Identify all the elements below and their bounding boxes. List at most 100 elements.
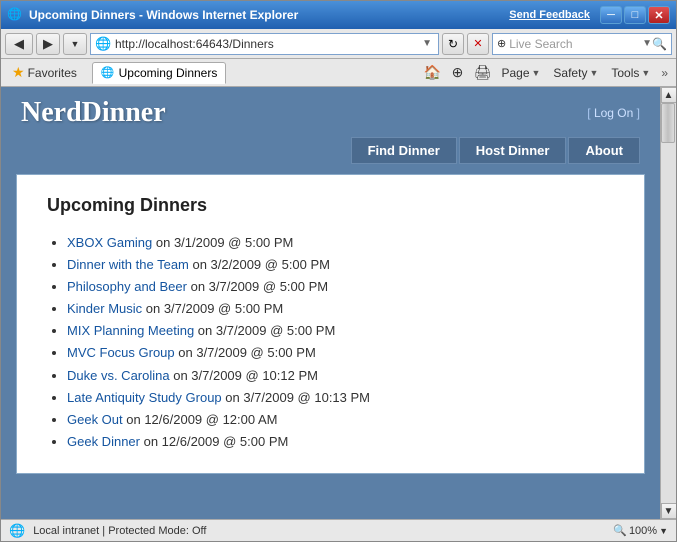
safety-caret: ▼ xyxy=(589,68,598,78)
search-dropdown-arrow[interactable]: ▼ xyxy=(642,38,652,49)
address-box[interactable]: 🌐 http://localhost:64643/Dinners ▼ xyxy=(90,33,439,55)
page-area: NerdDinner [ Log On ] Find Dinner Host D… xyxy=(1,87,660,519)
close-button[interactable]: ✕ xyxy=(648,6,670,24)
scrollbar[interactable]: ▲ ▼ xyxy=(660,87,676,519)
search-go-button[interactable]: 🔍 xyxy=(652,37,667,51)
find-dinner-button[interactable]: Find Dinner xyxy=(351,137,457,164)
nd-content-wrapper: Upcoming Dinners XBOX Gaming on 3/1/2009… xyxy=(1,164,660,494)
host-dinner-button[interactable]: Host Dinner xyxy=(459,137,567,164)
dinner-date: on 3/7/2009 @ 5:00 PM xyxy=(175,345,316,360)
tab-label: Upcoming Dinners xyxy=(119,66,218,80)
page-button[interactable]: Page ▼ xyxy=(495,62,546,84)
list-item: Late Antiquity Study Group on 3/7/2009 @… xyxy=(67,387,614,409)
star-icon: ★ xyxy=(12,64,25,81)
refresh-button[interactable]: ↻ xyxy=(442,33,464,55)
page-caret: ▼ xyxy=(532,68,541,78)
active-tab[interactable]: 🌐 Upcoming Dinners xyxy=(92,62,226,84)
search-placeholder: Live Search xyxy=(509,37,642,51)
intranet-icon: 🌐 xyxy=(9,523,25,539)
maximize-button[interactable]: □ xyxy=(624,6,646,24)
login-area: [ Log On ] xyxy=(587,106,640,120)
list-item: Kinder Music on 3/7/2009 @ 5:00 PM xyxy=(67,298,614,320)
forward-button[interactable]: ▶ xyxy=(36,33,60,55)
status-bar: 🌐 Local intranet | Protected Mode: Off 🔍… xyxy=(1,519,676,541)
dinner-link[interactable]: MVC Focus Group xyxy=(67,345,175,360)
search-box[interactable]: ⊕ Live Search ▼ 🔍 xyxy=(492,33,672,55)
dropdown-button[interactable]: ▼ xyxy=(63,33,87,55)
live-search-logo: ⊕ xyxy=(497,37,506,50)
browser-window: 🌐 Upcoming Dinners - Windows Internet Ex… xyxy=(0,0,677,542)
dinner-date: on 3/7/2009 @ 5:00 PM xyxy=(194,323,335,338)
tab-icon: 🌐 xyxy=(101,66,115,79)
dinners-list: XBOX Gaming on 3/1/2009 @ 5:00 PMDinner … xyxy=(47,232,614,453)
stop-button[interactable]: ✕ xyxy=(467,33,489,55)
back-button[interactable]: ◀ xyxy=(5,33,33,55)
status-text: Local intranet | Protected Mode: Off xyxy=(33,525,605,537)
address-dropdown-arrow[interactable]: ▼ xyxy=(420,38,434,49)
dinner-link[interactable]: Geek Out xyxy=(67,412,123,427)
scroll-down-button[interactable]: ▼ xyxy=(661,503,677,519)
dinner-link[interactable]: Dinner with the Team xyxy=(67,257,189,272)
tools-label: Tools xyxy=(611,66,639,80)
toolbar: ★ Favorites 🌐 Upcoming Dinners 🏠 ⊕ 🖨 Pag… xyxy=(1,59,676,87)
window-title: Upcoming Dinners - Windows Internet Expl… xyxy=(29,8,509,22)
more-tools-button[interactable]: » xyxy=(657,64,672,82)
minimize-button[interactable]: ─ xyxy=(600,6,622,24)
home-button[interactable]: 🏠 xyxy=(420,62,444,84)
title-bar: 🌐 Upcoming Dinners - Windows Internet Ex… xyxy=(1,1,676,29)
list-item: Geek Out on 12/6/2009 @ 12:00 AM xyxy=(67,409,614,431)
dinner-date: on 3/7/2009 @ 10:12 PM xyxy=(170,368,318,383)
content-area: NerdDinner [ Log On ] Find Dinner Host D… xyxy=(1,87,676,519)
about-button[interactable]: About xyxy=(568,137,640,164)
safety-label: Safety xyxy=(553,66,587,80)
scroll-thumb[interactable] xyxy=(661,103,675,143)
list-item: MIX Planning Meeting on 3/7/2009 @ 5:00 … xyxy=(67,320,614,342)
list-item: Philosophy and Beer on 3/7/2009 @ 5:00 P… xyxy=(67,276,614,298)
toolbar-icons: 🏠 ⊕ 🖨 Page ▼ Safety ▼ Tools ▼ » xyxy=(420,62,672,84)
dinner-date: on 3/2/2009 @ 5:00 PM xyxy=(189,257,330,272)
rss-button[interactable]: ⊕ xyxy=(445,62,469,84)
favorites-label: Favorites xyxy=(28,66,77,80)
feedback-button[interactable]: Send Feedback xyxy=(509,9,590,21)
dinner-link[interactable]: Geek Dinner xyxy=(67,434,140,449)
dinner-link[interactable]: Kinder Music xyxy=(67,301,142,316)
tools-caret: ▼ xyxy=(641,68,650,78)
dinner-date: on 3/7/2009 @ 10:13 PM xyxy=(222,390,370,405)
favorites-button[interactable]: ★ Favorites xyxy=(5,61,84,84)
print-button[interactable]: 🖨 xyxy=(470,62,494,84)
dinner-date: on 3/1/2009 @ 5:00 PM xyxy=(152,235,293,250)
url-text: http://localhost:64643/Dinners xyxy=(115,37,420,51)
list-item: Dinner with the Team on 3/2/2009 @ 5:00 … xyxy=(67,254,614,276)
page-icon: 🌐 xyxy=(95,36,111,52)
status-right: 🔍 100% ▼ xyxy=(613,524,668,537)
list-item: MVC Focus Group on 3/7/2009 @ 5:00 PM xyxy=(67,342,614,364)
dinner-link[interactable]: Duke vs. Carolina xyxy=(67,368,170,383)
section-title: Upcoming Dinners xyxy=(47,195,614,216)
dinner-link[interactable]: Philosophy and Beer xyxy=(67,279,187,294)
list-item: XBOX Gaming on 3/1/2009 @ 5:00 PM xyxy=(67,232,614,254)
zoom-button[interactable]: 🔍 100% ▼ xyxy=(613,524,668,537)
dinner-date: on 12/6/2009 @ 12:00 AM xyxy=(123,412,278,427)
dinner-date: on 3/7/2009 @ 5:00 PM xyxy=(187,279,328,294)
list-item: Geek Dinner on 12/6/2009 @ 5:00 PM xyxy=(67,431,614,453)
nd-header: NerdDinner [ Log On ] xyxy=(1,87,660,129)
login-bracket-close: ] xyxy=(637,106,640,120)
scroll-track[interactable] xyxy=(661,103,676,503)
tools-button[interactable]: Tools ▼ xyxy=(605,62,656,84)
login-bracket-open: [ xyxy=(587,106,594,120)
dinner-link[interactable]: XBOX Gaming xyxy=(67,235,152,250)
address-bar: ◀ ▶ ▼ 🌐 http://localhost:64643/Dinners ▼… xyxy=(1,29,676,59)
browser-icon: 🌐 xyxy=(7,7,23,23)
scroll-up-button[interactable]: ▲ xyxy=(661,87,677,103)
window-controls: ─ □ ✕ xyxy=(600,6,670,24)
nd-content: Upcoming Dinners XBOX Gaming on 3/1/2009… xyxy=(16,174,645,474)
safety-button[interactable]: Safety ▼ xyxy=(547,62,604,84)
dinner-date: on 3/7/2009 @ 5:00 PM xyxy=(142,301,283,316)
zoom-level: 100% xyxy=(629,525,657,537)
site-title: NerdDinner xyxy=(21,97,166,129)
dinner-link[interactable]: Late Antiquity Study Group xyxy=(67,390,222,405)
log-on-link[interactable]: Log On xyxy=(594,106,633,120)
zoom-caret[interactable]: ▼ xyxy=(659,526,668,536)
dinner-link[interactable]: MIX Planning Meeting xyxy=(67,323,194,338)
dinner-date: on 12/6/2009 @ 5:00 PM xyxy=(140,434,288,449)
